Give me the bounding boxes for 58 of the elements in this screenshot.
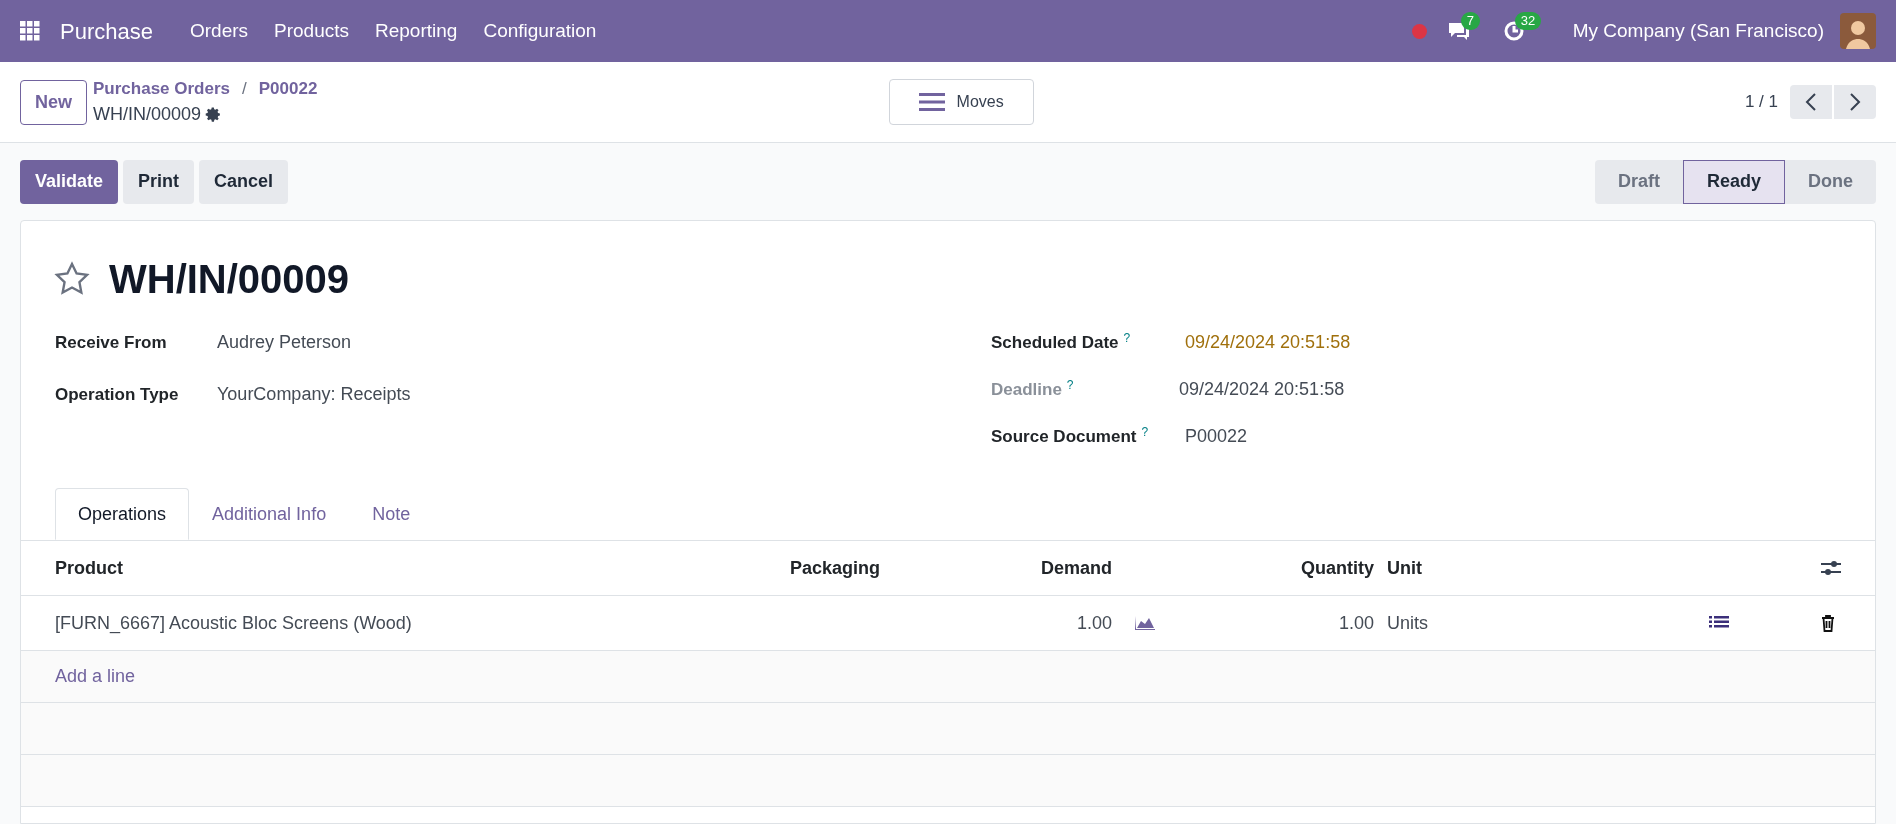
record-name: WH/IN/00009 [93, 103, 202, 127]
table-cell-text: [FURN_6667] Acoustic Bloc Screens (Wood) [55, 611, 413, 636]
sliders-icon[interactable] [1821, 559, 1841, 577]
column-header[interactable]: Packaging [790, 554, 885, 582]
field-value[interactable]: 09/24/2024 20:51:58 [1185, 329, 1351, 356]
field-value[interactable]: Audrey Peterson [217, 329, 352, 356]
menu-item[interactable]: Orders [176, 16, 262, 46]
status-stage[interactable]: Draft [1594, 159, 1683, 204]
action-button[interactable]: Cancel [199, 159, 289, 204]
breadcrumb-link[interactable]: Purchase Orders [93, 75, 231, 102]
menu-icon [918, 92, 945, 112]
record-title: WH/IN/00009 [109, 256, 350, 303]
action-button[interactable]: Print [123, 159, 195, 204]
trash-icon[interactable] [1821, 614, 1835, 632]
breadcrumb-link[interactable]: P00022 [258, 75, 318, 102]
chevron-left-icon [1805, 92, 1817, 112]
status-stage[interactable]: Ready [1682, 159, 1785, 204]
field-label: Operation Type [55, 383, 180, 406]
field-value[interactable]: P00022 [1185, 423, 1248, 450]
user-avatar[interactable] [1840, 13, 1876, 49]
help-tooltip[interactable]: ? [1141, 424, 1149, 439]
activity-count-badge: 32 [1514, 12, 1542, 30]
form-tab[interactable]: Note [349, 488, 434, 540]
menu-item[interactable]: Reporting [362, 16, 471, 46]
field-label: Scheduled Date $^{?}$ [991, 329, 1132, 354]
help-tooltip[interactable]: ? [1066, 377, 1074, 392]
field-label: Source Document $^{?}$ [991, 423, 1150, 448]
app-grid-icon[interactable] [20, 21, 40, 41]
menu-item[interactable]: Configuration [470, 16, 610, 46]
status-stage[interactable]: Done [1785, 159, 1876, 204]
pager-value[interactable]: 1 / 1 [1744, 89, 1778, 115]
menu-item[interactable]: Products [261, 16, 362, 46]
validate-button[interactable]: Validate [20, 159, 119, 204]
column-header[interactable]: Product [55, 554, 790, 582]
add-line-link[interactable]: Add a line [55, 663, 136, 690]
settings-icon[interactable] [205, 106, 223, 124]
column-header[interactable]: Quantity [1112, 554, 1374, 582]
list-icon[interactable] [1709, 615, 1729, 631]
form-tab[interactable]: Operations [55, 488, 190, 540]
moves-button[interactable]: Moves [888, 79, 1034, 125]
form-tab[interactable]: Additional Info [189, 488, 350, 540]
column-header[interactable]: Unit [1387, 554, 1422, 582]
field-value[interactable]: 09/24/2024 20:51:58 [1179, 376, 1345, 403]
previous-button[interactable] [1790, 85, 1832, 119]
next-button[interactable] [1834, 85, 1876, 119]
new-button[interactable]: New [20, 79, 87, 125]
column-header[interactable]: Demand [885, 554, 1112, 582]
breadcrumb-separator: / [242, 77, 247, 100]
field-value[interactable]: YourCompany: Receipts [217, 381, 411, 408]
chevron-right-icon [1849, 92, 1861, 112]
field-label: Receive From [55, 331, 168, 354]
help-tooltip[interactable]: ? [1123, 330, 1131, 345]
company-switcher[interactable]: My Company (San Francisco) [1572, 16, 1824, 46]
table-cell-text: Units [1387, 611, 1428, 635]
message-count-badge: 7 [1460, 12, 1480, 30]
table-cell-text: 1.00 [1337, 611, 1374, 635]
table-cell-text: 1.00 [1075, 611, 1112, 635]
app-name[interactable]: Purchase [60, 14, 153, 48]
